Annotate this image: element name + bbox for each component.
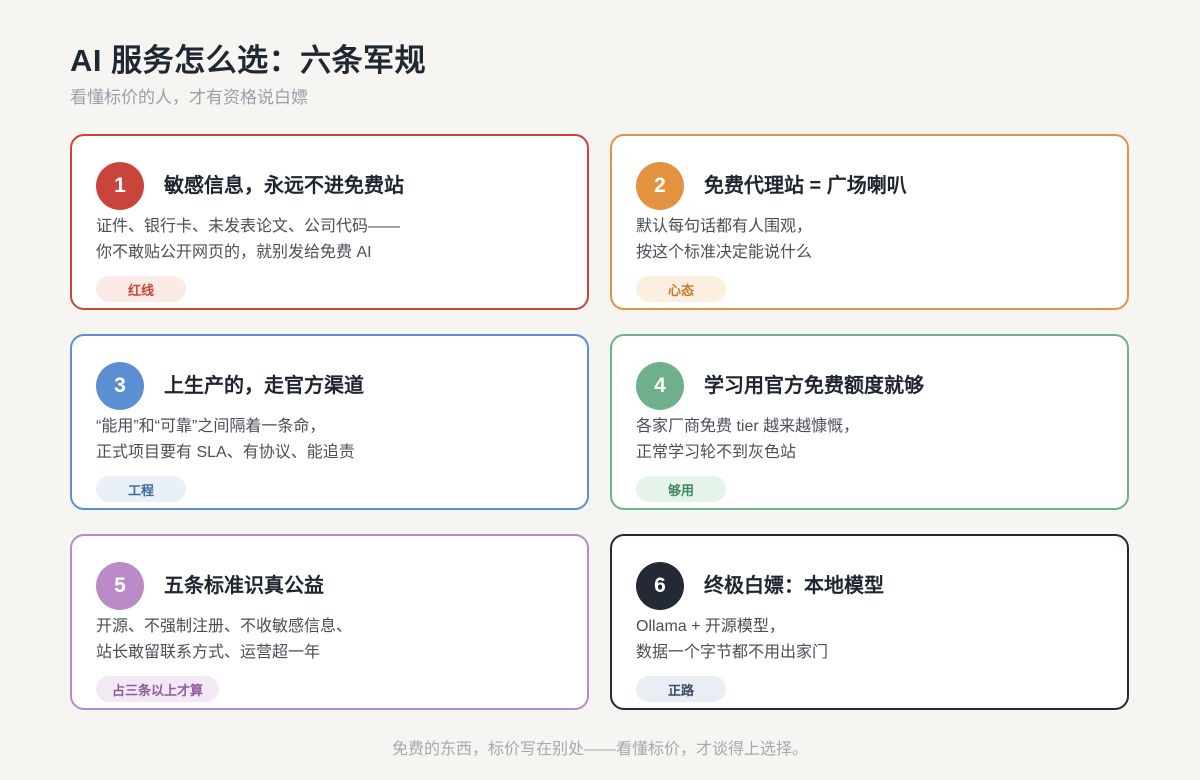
header: AI 服务怎么选：六条军规 看懂标价的人，才有资格说白嫖: [70, 40, 426, 110]
page-subtitle: 看懂标价的人，才有资格说白嫖: [70, 88, 308, 107]
card-title: 终极白嫖：本地模型: [704, 575, 884, 597]
card-description-line: “能用”和“可靠”之间隔着一条命，: [96, 418, 326, 435]
card-description-line: 站长敢留联系方式、运营超一年: [96, 644, 321, 661]
card-tag: 正路: [636, 676, 726, 702]
card-description-line: 开源、不强制注册、不收敏感信息、: [96, 618, 353, 635]
card-description: 各家厂商免费 tier 越来越慷慨， 正常学习轮不到灰色站: [636, 414, 859, 466]
card-description-line: 正式项目要有 SLA、有协议、能追责: [96, 444, 355, 461]
card-description: 默认每句话都有人围观， 按这个标准决定能说什么: [636, 214, 812, 266]
card-description-line: 各家厂商免费 tier 越来越慷慨，: [636, 418, 860, 435]
number-badge: 5: [96, 562, 144, 610]
rule-card-6: 6 终极白嫖：本地模型 Ollama + 开源模型， 数据一个字节都不用出家门 …: [610, 534, 1129, 710]
rule-card-5: 5 五条标准识真公益 开源、不强制注册、不收敏感信息、 站长敢留联系方式、运营超…: [70, 534, 589, 710]
card-tag: 工程: [96, 476, 186, 502]
number-badge: 4: [636, 362, 684, 410]
card-description: 证件、银行卡、未发表论文、公司代码—— 你不敢贴公开网页的，就别发给免费 AI: [96, 214, 400, 266]
card-tag: 红线: [96, 276, 186, 302]
number-badge: 3: [96, 362, 144, 410]
rule-card-1: 1 敏感信息，永远不进免费站 证件、银行卡、未发表论文、公司代码—— 你不敢贴公…: [70, 134, 589, 310]
card-title: 敏感信息，永远不进免费站: [164, 175, 404, 197]
rule-card-3: 3 上生产的，走官方渠道 “能用”和“可靠”之间隔着一条命， 正式项目要有 SL…: [70, 334, 589, 510]
card-title: 五条标准识真公益: [164, 575, 324, 597]
rule-card-2: 2 免费代理站 = 广场喇叭 默认每句话都有人围观， 按这个标准决定能说什么 心…: [610, 134, 1129, 310]
card-description-line: 按这个标准决定能说什么: [636, 244, 813, 261]
number-badge: 1: [96, 162, 144, 210]
card-description-line: 正常学习轮不到灰色站: [636, 444, 797, 461]
card-description: Ollama + 开源模型， 数据一个字节都不用出家门: [636, 614, 828, 666]
page-title: AI 服务怎么选：六条军规: [70, 43, 427, 78]
card-tag: 占三条以上才算: [96, 676, 220, 702]
number-badge: 6: [636, 562, 684, 610]
card-description-line: 证件、银行卡、未发表论文、公司代码——: [96, 218, 401, 235]
card-description-line: 数据一个字节都不用出家门: [636, 644, 829, 661]
card-description-line: 你不敢贴公开网页的，就别发给免费 AI: [96, 244, 372, 261]
card-description-line: Ollama + 开源模型，: [636, 618, 785, 635]
card-title: 免费代理站 = 广场喇叭: [704, 175, 907, 197]
card-tag: 够用: [636, 476, 726, 502]
footer-note: 免费的东西，标价写在别处——看懂标价，才谈得上选择。: [391, 741, 808, 758]
card-description: “能用”和“可靠”之间隔着一条命， 正式项目要有 SLA、有协议、能追责: [96, 414, 355, 466]
card-title: 上生产的，走官方渠道: [164, 375, 364, 397]
card-description: 开源、不强制注册、不收敏感信息、 站长敢留联系方式、运营超一年: [96, 614, 352, 666]
card-description-line: 默认每句话都有人围观，: [636, 218, 813, 235]
card-tag: 心态: [636, 276, 726, 302]
number-badge: 2: [636, 162, 684, 210]
card-title: 学习用官方免费额度就够: [704, 375, 924, 397]
rule-card-4: 4 学习用官方免费额度就够 各家厂商免费 tier 越来越慷慨， 正常学习轮不到…: [610, 334, 1129, 510]
